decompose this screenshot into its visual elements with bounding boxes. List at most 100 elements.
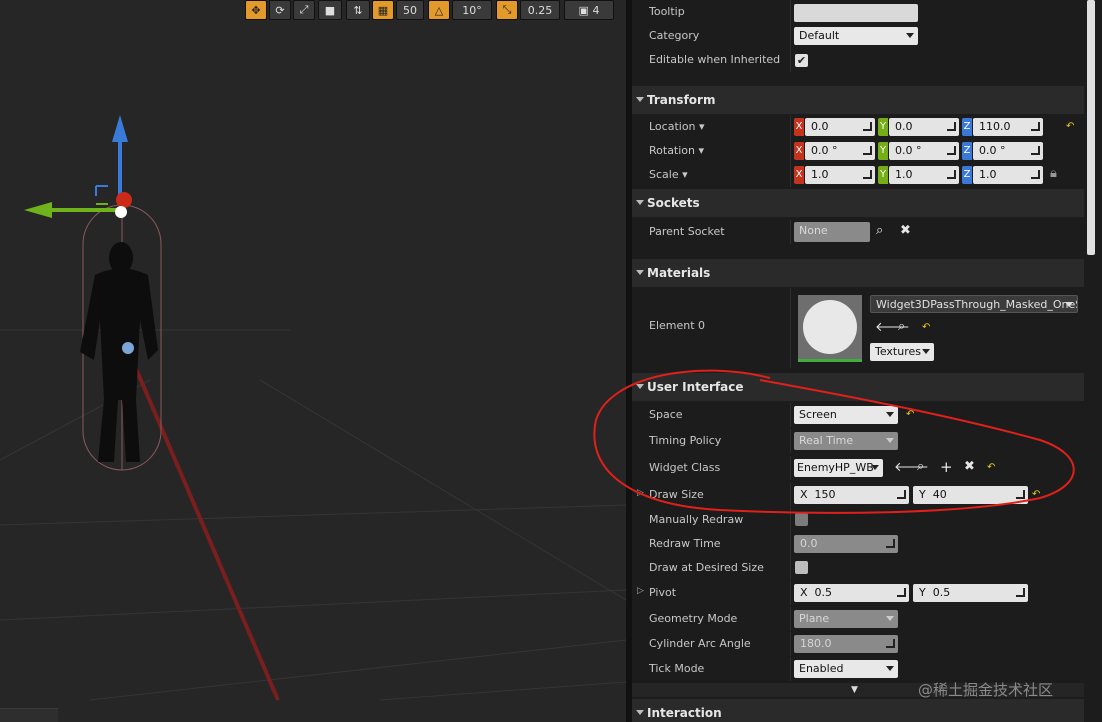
widget-class-row: Widget Class EnemyHP_WB 🡐 ⌕ + ✖ ↶ [632,456,1084,480]
materials-section-header[interactable]: Materials [632,259,1084,287]
camera-speed-value: 4 [592,3,600,17]
search-icon[interactable]: ⌕ [876,223,883,238]
expand-down-icon: ▼ [851,685,858,695]
search-icon[interactable]: ⌕ [917,459,924,474]
user-interface-section-header[interactable]: User Interface [632,373,1084,401]
scale-snap-icon: ⤡ [502,3,512,16]
details-panel: Tooltip Category Default Editable when I… [632,0,1102,722]
rotate-icon: ⟳ [275,3,285,17]
transform-title: Transform [647,93,716,107]
cylinder-arc-row: Cylinder Arc Angle 180.0 [632,632,1084,656]
world-local-button[interactable]: ■ [318,0,342,20]
rotation-z-input[interactable]: 0.0 ° [973,142,1043,160]
character-mesh [80,242,158,462]
expand-arrow-icon[interactable]: ▷ [637,586,644,596]
location-z-input[interactable]: 110.0 [973,118,1043,136]
material-dropdown[interactable]: Widget3DPassThrough_Masked_OneSi [870,295,1078,313]
parent-socket-label: Parent Socket [649,225,725,238]
reset-icon[interactable]: ↶ [906,410,915,420]
location-label[interactable]: Location ▾ [649,120,705,133]
draw-size-y-input[interactable]: Y 40 [913,486,1028,504]
draw-size-label: Draw Size [649,488,704,501]
rotation-x-axis: X [794,142,804,160]
translate-mode-button[interactable]: ✥ [245,0,267,20]
scale-x-input[interactable]: 1.0 [805,166,875,184]
category-row: Category Default [632,24,1084,48]
pivot-label: Pivot [649,586,677,599]
draw-size-x-input[interactable]: X 150 [794,486,909,504]
tooltip-label: Tooltip [649,5,685,18]
lock-icon[interactable]: 🔒︎ [1050,166,1057,181]
rotate-mode-button[interactable]: ⟳ [269,0,291,20]
transform-section-header[interactable]: Transform [632,86,1084,114]
scale-mode-button[interactable]: ⤢ [293,0,315,20]
widget-class-dropdown[interactable]: EnemyHP_WB [794,459,883,477]
camera-speed-button[interactable]: ▣ 4 [564,0,614,20]
reset-icon[interactable]: ↶ [922,323,931,333]
reset-icon[interactable]: ↶ [987,463,996,473]
search-icon[interactable]: ⌕ [898,319,905,334]
parent-socket-field[interactable]: None [794,222,870,242]
tick-mode-label: Tick Mode [649,662,705,675]
geometry-mode-dropdown[interactable]: Plane [794,610,898,628]
grid-snap-value[interactable]: 50 [396,0,424,20]
tooltip-input[interactable] [794,4,918,22]
material-thumbnail[interactable] [798,295,862,362]
category-dropdown[interactable]: Default [794,27,918,45]
level-viewport[interactable]: ✥ ⟳ ⤢ ■ ⇅ ▦ 50 △ 10° ⤡ 0.25 ▣ 4 [0,0,626,722]
reset-icon[interactable]: ↶ [1032,490,1041,500]
rotation-snap-toggle[interactable]: △ [428,0,450,20]
reset-icon[interactable]: ↶ [1066,122,1075,132]
manually-redraw-checkbox[interactable] [795,513,808,526]
draw-desired-size-checkbox[interactable] [795,561,808,574]
expand-arrow-icon[interactable]: ▷ [637,488,644,498]
pivot-y-input[interactable]: Y 0.5 [913,584,1028,602]
timing-policy-label: Timing Policy [649,434,722,447]
grid-icon: ▦ [377,3,389,17]
scale-y-input[interactable]: 1.0 [889,166,959,184]
rotation-x-input[interactable]: 0.0 ° [805,142,875,160]
details-scrollbar[interactable] [1087,0,1095,255]
widget-class-label: Widget Class [649,461,721,474]
material-name: Widget3DPassThrough_Masked_OneSi [876,298,1078,311]
sockets-section-header[interactable]: Sockets [632,189,1084,217]
scale-z-input[interactable]: 1.0 [973,166,1043,184]
collapse-arrow-icon [636,270,644,275]
watermark-text: @稀土掘金技术社区 [918,681,1054,699]
editable-checkbox[interactable]: ✔ [795,54,808,67]
close-icon[interactable]: ✖ [900,223,911,238]
location-y-input[interactable]: 0.0 [889,118,959,136]
scale-label[interactable]: Scale ▾ [649,168,688,181]
redraw-time-input[interactable]: 0.0 [794,535,898,553]
textures-dropdown[interactable]: Textures [870,343,934,361]
sockets-title: Sockets [647,196,700,210]
pivot-x-input[interactable]: X 0.5 [794,584,909,602]
collapse-arrow-icon [636,200,644,205]
timing-policy-row: Timing Policy Real Time [632,429,1084,453]
rotation-y-input[interactable]: 0.0 ° [889,142,959,160]
textures-label: Textures [875,345,921,358]
geometry-mode-label: Geometry Mode [649,612,738,625]
space-label: Space [649,408,683,421]
move-icon: ✥ [251,3,261,17]
timing-policy-dropdown[interactable]: Real Time [794,432,898,450]
tick-mode-row: Tick Mode Enabled [632,657,1084,681]
scale-snap-value[interactable]: 0.25 [520,0,560,20]
space-dropdown[interactable]: Screen [794,406,898,424]
grid-snap-toggle[interactable]: ▦ [372,0,394,20]
tick-mode-dropdown[interactable]: Enabled [794,660,898,678]
element0-label: Element 0 [649,319,706,332]
cylinder-arc-input[interactable]: 180.0 [794,635,898,653]
scale-snap-toggle[interactable]: ⤡ [496,0,518,20]
location-x-input[interactable]: 0.0 [805,118,875,136]
bottom-tab[interactable] [0,708,58,722]
interaction-section-header[interactable]: Interaction [632,699,1084,722]
rotation-snap-value[interactable]: 10° [452,0,492,20]
add-icon[interactable]: + [940,458,953,476]
rotation-label[interactable]: Rotation ▾ [649,144,704,157]
editable-label: Editable when Inherited [649,53,781,66]
surface-snap-button[interactable]: ⇅ [346,0,370,20]
scale-y-axis: Y [878,166,888,184]
clear-icon[interactable]: ✖ [964,459,975,474]
scale-icon: ⤢ [299,3,309,16]
